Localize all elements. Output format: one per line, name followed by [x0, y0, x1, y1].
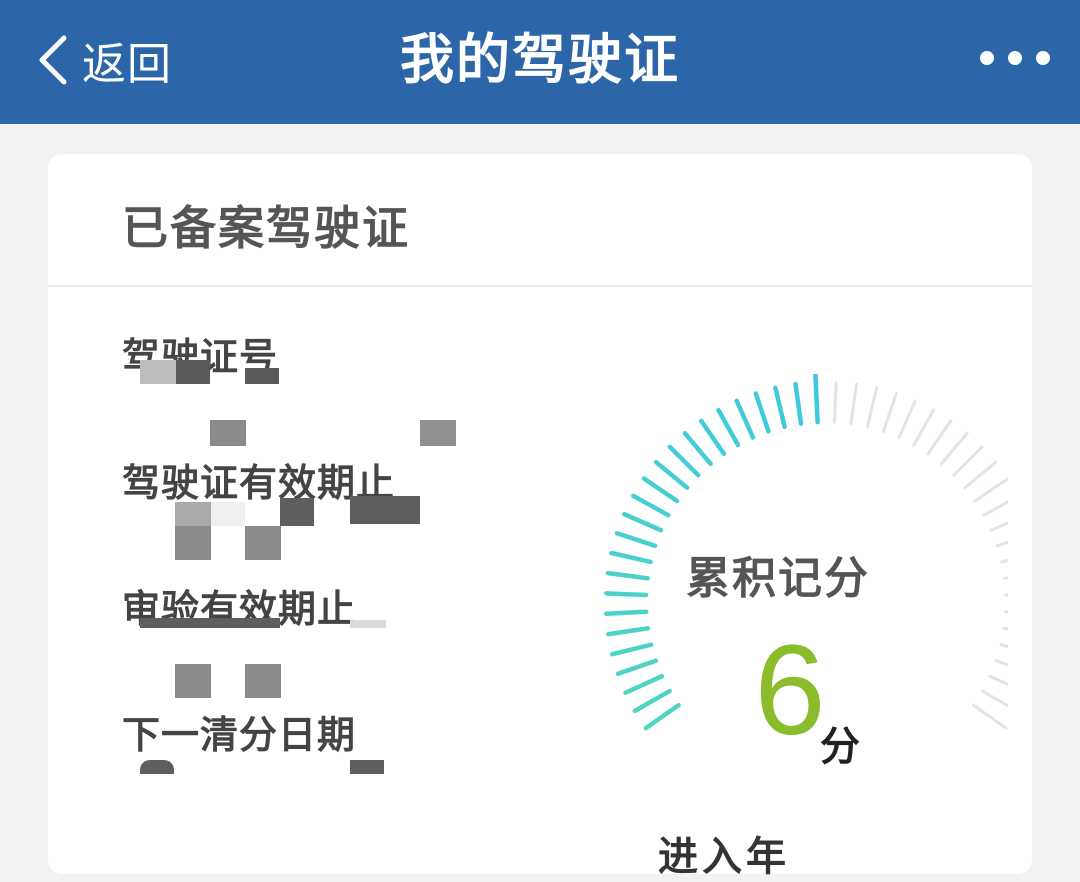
gauge-tick-inactive — [980, 689, 1019, 713]
gauge-tick-active — [734, 398, 756, 440]
gauge-tick-active — [653, 459, 690, 490]
partial-bottom-text: 进入年 — [658, 834, 790, 880]
gauge-tick-inactive — [926, 419, 953, 456]
gauge-tick-active — [667, 444, 701, 478]
gauge-tick-active — [631, 493, 671, 518]
gauge-tick-active — [753, 391, 771, 434]
gauge-tick-inactive — [988, 674, 1028, 695]
gauge-tick-inactive — [994, 659, 1036, 676]
next-clear-date-label: 下一清分日期 — [122, 713, 357, 757]
gauge-tick-active — [716, 407, 741, 448]
gauge-tick-active — [615, 658, 659, 677]
gauge-tick-inactive — [963, 460, 998, 490]
gauge-tick-inactive — [1004, 610, 1048, 616]
gauge-tick-active — [773, 385, 787, 430]
page-title: 我的驾驶证 — [400, 28, 680, 91]
gauge-tick-inactive — [971, 703, 1008, 730]
more-dots-icon — [1008, 51, 1022, 65]
points-unit: 分 — [820, 724, 860, 770]
gauge-tick-inactive — [1002, 626, 1046, 636]
gauge-tick-active — [623, 673, 665, 695]
license-card: 已备案驾驶证 驾驶证号 驾驶证有效期止 审验有效期止 下一清分日期 累积记分 6… — [48, 154, 1048, 880]
gauge-tick-active — [793, 381, 804, 426]
more-dots-icon — [980, 51, 994, 65]
gauge-tick-inactive — [939, 431, 969, 466]
points-gauge: 累积记分 6 分 — [548, 369, 1048, 814]
gauge-tick-inactive — [882, 392, 898, 433]
gauge-tick-inactive — [952, 445, 984, 477]
top-bar: 返回 我的驾驶证 — [0, 0, 1080, 124]
divider — [48, 285, 1032, 287]
gauge-tick-active — [643, 702, 681, 731]
gauge-tick-active — [610, 642, 654, 657]
gauge-tick-active — [682, 430, 713, 467]
more-menu-button[interactable] — [980, 44, 1050, 72]
more-dots-icon — [1036, 51, 1050, 65]
gauge-tick-active — [622, 511, 664, 533]
gauge-tick-inactive — [912, 408, 935, 447]
gauge-tick-inactive — [999, 643, 1042, 656]
card-title: 已备案驾驶证 — [122, 201, 410, 255]
gauge-tick-inactive — [982, 494, 1021, 517]
gauge-tick-active — [606, 626, 651, 637]
gauge-tick-active — [813, 369, 820, 425]
gauge-tick-active — [632, 688, 672, 714]
gauge-tick-inactive — [865, 386, 879, 429]
gauge-tick-inactive — [973, 477, 1010, 503]
gauge-tick-inactive — [989, 512, 1030, 532]
gauge-tick-inactive — [849, 382, 858, 426]
gauge-tick-active — [641, 476, 680, 504]
gauge-tick-active — [698, 418, 727, 457]
gauge-tick-inactive — [832, 380, 838, 424]
gauge-tick-inactive — [897, 399, 917, 439]
gauge-tick-active — [604, 609, 649, 617]
gauge-label: 累积记分 — [686, 553, 870, 604]
